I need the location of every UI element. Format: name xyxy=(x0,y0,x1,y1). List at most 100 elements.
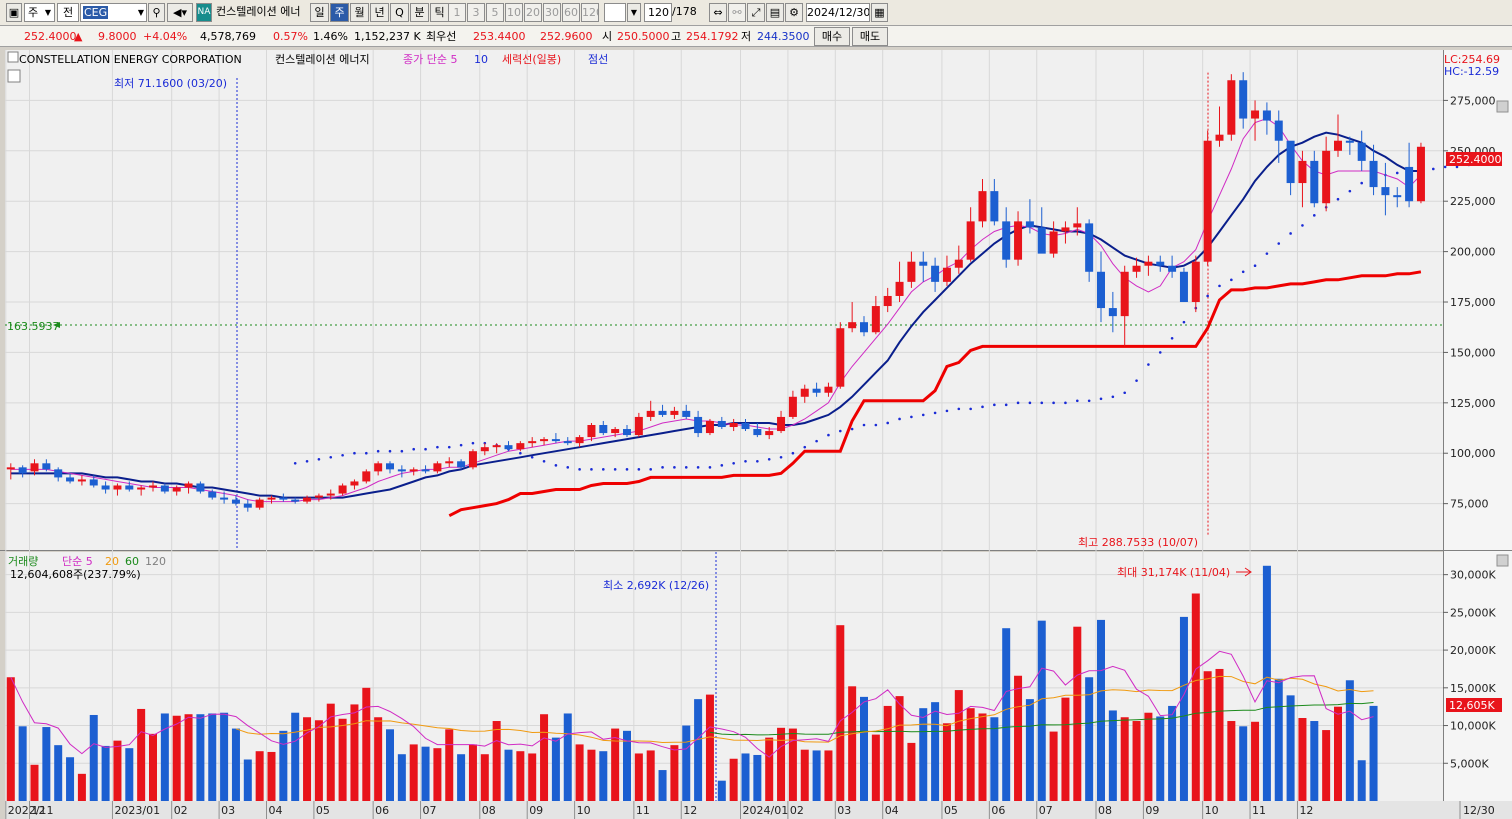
candle-body xyxy=(1073,223,1082,228)
candle-body xyxy=(1037,227,1046,254)
volume-bar xyxy=(1120,717,1129,801)
volume-bar xyxy=(421,746,430,801)
best-bid: 252.9600 xyxy=(540,30,593,43)
time-tick-label: 10 xyxy=(577,804,591,817)
interval-button[interactable]: 3 xyxy=(467,3,485,22)
volume-bar xyxy=(1132,721,1141,801)
period-button[interactable]: 일 xyxy=(310,3,329,22)
chevron-down-icon[interactable]: ▼ xyxy=(627,3,641,22)
interval-button[interactable]: 10 xyxy=(505,3,523,22)
compare-icon[interactable]: ⇔ xyxy=(709,3,727,22)
period-button[interactable]: 주 xyxy=(330,3,349,22)
date-input[interactable]: 2024/12/30 xyxy=(806,3,870,22)
type-select[interactable]: 주 ▼ xyxy=(24,3,55,22)
legend-toggle-icon[interactable] xyxy=(7,51,19,63)
volume-bar xyxy=(338,718,347,801)
volume-bar xyxy=(172,715,181,801)
dotted-point xyxy=(898,417,901,421)
candle-body xyxy=(1405,166,1414,202)
interval-button[interactable]: 60 xyxy=(562,3,580,22)
period-button[interactable]: 틱 xyxy=(430,3,449,22)
volume-ma5[interactable]: 단순 5 xyxy=(62,555,93,568)
scroll-up-icon[interactable] xyxy=(1496,100,1509,113)
dotted-point xyxy=(756,459,759,463)
sell-button[interactable]: 매도 xyxy=(852,27,888,46)
candle-body xyxy=(1108,308,1117,317)
search-icon[interactable]: ⚲ xyxy=(148,3,165,22)
candle-body xyxy=(1322,150,1331,204)
price-tick-label: 200,000 xyxy=(1450,246,1496,259)
time-tick-label: 09 xyxy=(1145,804,1159,817)
candle-body xyxy=(1156,261,1165,266)
dotted-point xyxy=(1147,363,1150,366)
period-button[interactable]: 년 xyxy=(370,3,389,22)
candle-body xyxy=(1393,195,1402,198)
candle-body xyxy=(1025,221,1034,228)
volume-bar xyxy=(101,745,110,801)
candle-body xyxy=(575,437,584,444)
gear-icon[interactable]: ⚙ xyxy=(785,3,803,22)
volume-bar xyxy=(611,728,620,801)
volume-bar xyxy=(113,740,122,801)
period-button[interactable]: Q xyxy=(390,3,409,22)
dotted-point xyxy=(1230,278,1233,282)
mode-select[interactable]: 전 xyxy=(57,3,79,22)
code-input[interactable]: CEG ▼ xyxy=(80,3,147,22)
save-icon[interactable]: ▤ xyxy=(766,3,784,22)
sound-icon[interactable]: ◀▾ xyxy=(167,3,193,22)
volume-ma20[interactable]: 20 xyxy=(105,555,119,568)
stock-name: 컨스텔레이션 에너 xyxy=(216,5,301,18)
volume-bar xyxy=(314,720,323,801)
volume-bar xyxy=(777,727,786,801)
candle-body xyxy=(1274,120,1283,141)
period-button[interactable]: 월 xyxy=(350,3,369,22)
volume-ma60[interactable]: 60 xyxy=(125,555,139,568)
volume-bar xyxy=(836,625,845,801)
volume-bar xyxy=(1025,699,1034,801)
zoom-icon[interactable]: ⤢ xyxy=(747,3,765,22)
calendar-icon[interactable]: ▦ xyxy=(871,3,888,22)
scroll-up-icon[interactable] xyxy=(1496,554,1509,567)
time-tick-label: 11 xyxy=(1252,804,1266,817)
dotted-point xyxy=(1277,242,1281,245)
legend-ma10[interactable]: 10 xyxy=(474,53,488,66)
candle-body xyxy=(1298,160,1307,184)
volume-bar xyxy=(291,712,300,801)
volume-bar xyxy=(279,730,288,801)
legend-dot[interactable]: 점선 xyxy=(588,53,608,66)
volume-bar xyxy=(765,737,774,801)
interval-button[interactable]: 20 xyxy=(524,3,542,22)
main-toolbar: ▣ 주 ▼ 전 CEG ▼ ⚲ ◀▾ NA 컨스텔레이션 에너 일주월년Q분틱 13… xyxy=(0,0,1512,26)
dotted-point xyxy=(839,429,842,433)
volume-bar xyxy=(504,749,513,801)
low-label: 저 xyxy=(741,30,752,43)
link-icon[interactable]: ⚯ xyxy=(728,3,746,22)
legend-ma5[interactable]: 종가 단순 5 xyxy=(403,53,457,66)
dotted-point xyxy=(1123,391,1126,395)
interval-button[interactable]: 5 xyxy=(486,3,504,22)
hc-label: HC:-12.59 xyxy=(1444,65,1499,78)
stock-chart[interactable]: 75,000 100,000 125,000 150,000 175,000 200,00… xyxy=(0,48,1512,819)
candle-body xyxy=(101,485,110,490)
candle-body xyxy=(741,422,750,430)
volume-bar xyxy=(658,770,667,801)
interval-button[interactable]: 1 xyxy=(448,3,466,22)
legend-force[interactable]: 세력선(일봉) xyxy=(502,52,561,66)
grid-toggle-icon[interactable] xyxy=(7,69,21,83)
volume-bar xyxy=(1014,675,1023,801)
layout-icon[interactable]: ▣ xyxy=(6,3,22,22)
interval-custom-field[interactable] xyxy=(604,3,626,22)
volume-bar xyxy=(255,751,264,801)
candle-body xyxy=(421,469,430,472)
buy-button[interactable]: 매수 xyxy=(814,27,850,46)
candle-body xyxy=(895,281,904,296)
count-input[interactable]: 120 xyxy=(644,3,672,22)
volume-bar xyxy=(575,744,584,801)
volume-bar xyxy=(540,714,549,801)
interval-button[interactable]: 120 xyxy=(581,3,599,22)
volume-ma120[interactable]: 120 xyxy=(145,555,166,568)
volume-bar xyxy=(741,753,750,801)
interval-button[interactable]: 30 xyxy=(543,3,561,22)
candle-body xyxy=(374,463,383,472)
period-button[interactable]: 분 xyxy=(410,3,429,22)
